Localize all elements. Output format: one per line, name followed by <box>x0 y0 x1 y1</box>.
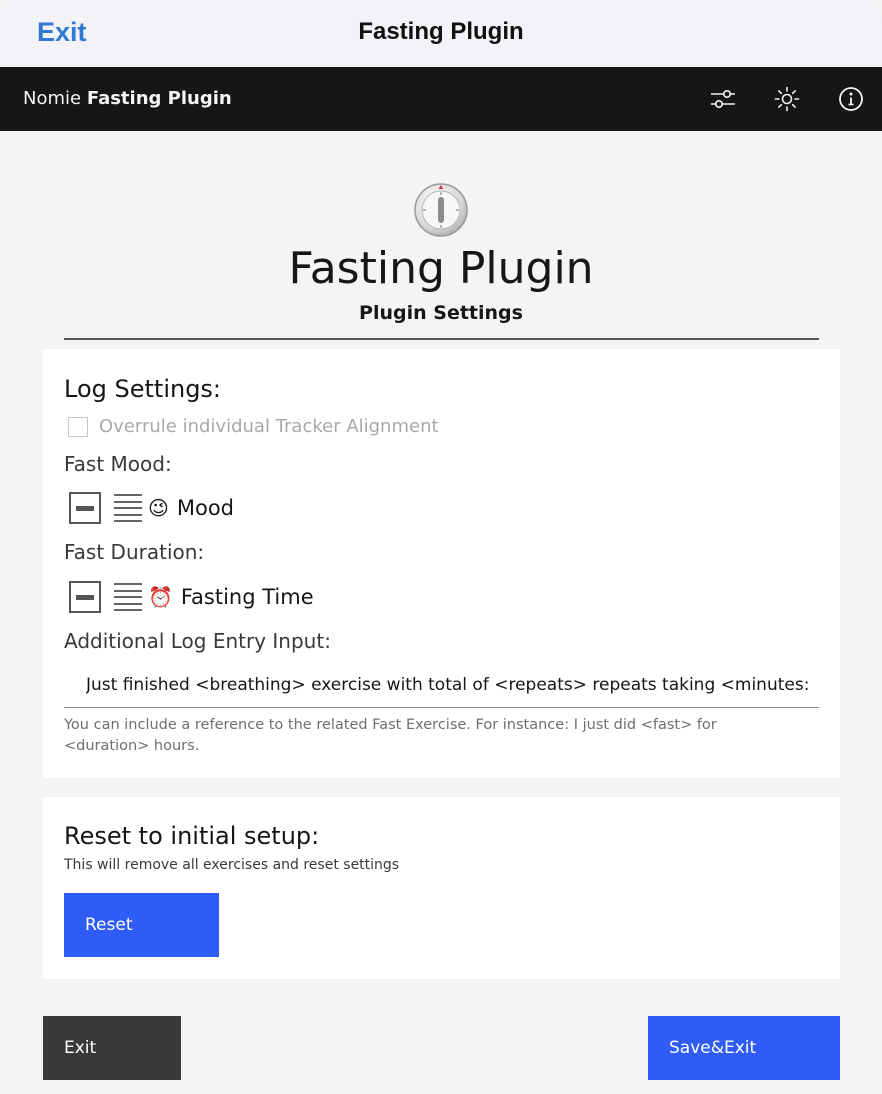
brand-prefix: Nomie <box>23 88 82 109</box>
reset-button[interactable]: Reset <box>64 893 219 957</box>
log-settings-title: Log Settings: <box>64 375 222 403</box>
overrule-alignment-checkbox[interactable] <box>68 416 88 437</box>
mood-tracker-name: Mood <box>176 496 235 520</box>
sheet-header: Exit Fasting Plugin <box>0 0 882 67</box>
fast-duration-label: Fast Duration: <box>64 540 205 564</box>
duration-tracker-name: Fasting Time <box>180 585 314 609</box>
title-divider <box>64 338 819 340</box>
timer-clock-icon <box>412 180 470 238</box>
remove-duration-tracker-button[interactable] <box>69 581 101 613</box>
additional-log-helper: You can include a reference to the relat… <box>64 717 717 754</box>
drag-handle-icon[interactable] <box>114 583 142 611</box>
fast-duration-tracker: ⏰ Fasting Time <box>69 581 314 613</box>
fast-mood-tracker: 😉 Mood <box>69 492 234 524</box>
brand-name: Fasting Plugin <box>86 88 232 109</box>
alarm-clock-emoji-icon: ⏰ <box>148 585 173 609</box>
wink-emoji-icon: 😉 <box>148 496 169 520</box>
page-subtitle: Plugin Settings <box>359 302 523 324</box>
reset-description: This will remove all exercises and reset… <box>64 857 400 873</box>
reset-title: Reset to initial setup: <box>64 822 320 850</box>
sliders-icon[interactable] <box>707 83 739 115</box>
reset-card: Reset to initial setup: This will remove… <box>43 797 840 979</box>
page-title: Fasting Plugin <box>288 243 594 294</box>
overrule-alignment-label: Overrule individual Tracker Alignment <box>99 416 439 437</box>
drag-handle-icon[interactable] <box>114 494 142 522</box>
additional-log-label: Additional Log Entry Input: <box>64 629 331 653</box>
additional-log-input[interactable] <box>64 663 819 708</box>
log-settings-card: Log Settings: Overrule individual Tracke… <box>43 349 840 778</box>
sheet-title: Fasting Plugin <box>358 18 524 45</box>
remove-mood-tracker-button[interactable] <box>69 492 101 524</box>
exit-button[interactable]: Exit <box>43 1016 181 1080</box>
brand[interactable]: Nomie Fasting Plugin <box>23 88 232 109</box>
overrule-alignment-row: Overrule individual Tracker Alignment <box>68 416 439 437</box>
fast-mood-label: Fast Mood: <box>64 452 172 476</box>
sun-icon[interactable] <box>771 83 803 115</box>
info-icon[interactable] <box>835 83 867 115</box>
app-bar: Nomie Fasting Plugin <box>0 67 882 131</box>
save-exit-button[interactable]: Save&Exit <box>648 1016 840 1080</box>
